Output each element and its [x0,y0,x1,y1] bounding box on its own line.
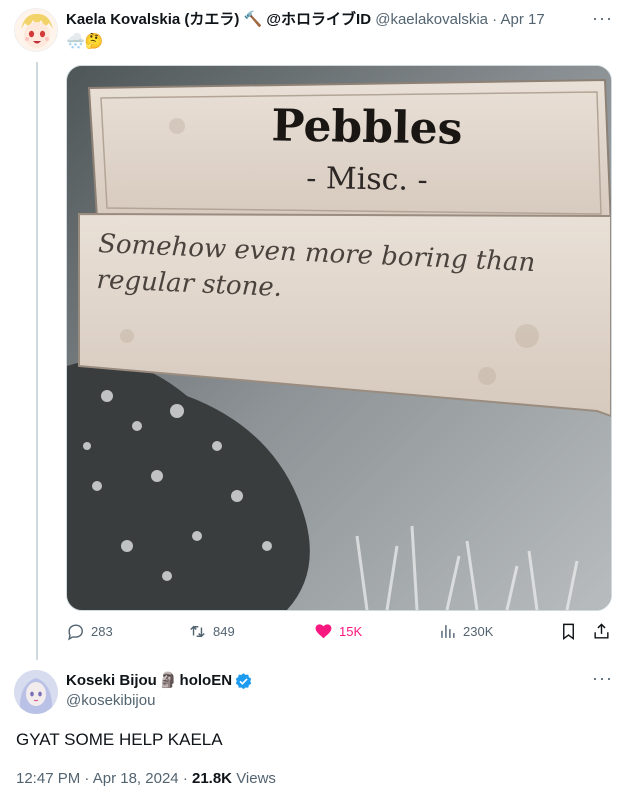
tweet-time[interactable]: 12:47 PM [16,770,80,787]
tweet-date[interactable]: Apr 18, 2024 [93,770,179,787]
verified-badge-icon [235,672,252,689]
tweet-header: Koseki Bijou 🗿 holoEN @kosekibijou [66,671,253,711]
analytics-icon [441,625,455,638]
repost-button[interactable]: 849 [188,622,235,641]
repost-icon [190,625,205,638]
avatar[interactable] [14,670,58,714]
tweet-text: GYAT SOME HELP KAELA [16,730,223,749]
moai-emoji: 🗿 [158,672,178,689]
thread-connector-line [36,62,38,660]
avatar-bijou-icon [14,670,58,714]
author-name: Koseki Bijou [66,672,157,689]
heart-icon [315,624,332,639]
separator: · [84,770,90,787]
repost-count: 849 [213,624,235,639]
author-handle[interactable]: @kosekibijou [66,691,253,711]
media-title: Pebbles [271,100,463,155]
tweet-media-image[interactable]: Pebbles - Misc. - Somehow even more bori… [66,65,612,611]
author-name-suffix: holoEN [179,672,233,689]
share-icon [594,623,609,639]
reply-count: 283 [91,624,113,639]
author-name-row[interactable]: Koseki Bijou 🗿 holoEN [66,671,253,691]
reply-icon [68,624,83,641]
share-button[interactable] [592,622,611,641]
more-options-icon[interactable]: ··· [592,668,613,689]
bookmark-icon [563,623,574,641]
views-count: 230K [463,624,494,639]
views-button[interactable]: 230K [438,622,493,641]
more-options-icon[interactable]: ··· [592,8,613,29]
views-label: Views [236,770,276,787]
bookmark-button[interactable] [559,622,578,641]
separator: · [182,770,188,787]
author-name[interactable]: Kaela Kovalskia (カエラ) 🔨 @ホロライブID [66,11,371,28]
separator: · [492,11,498,28]
tweet-date[interactable]: Apr 17 [501,11,545,28]
tweet-text: 🌨️🤔 [66,33,104,50]
reply-button[interactable]: 283 [66,622,113,641]
views-count: 21.8K [191,770,233,787]
avatar[interactable] [14,8,58,52]
author-handle[interactable]: @kaelakovalskia [375,11,488,28]
tweet-actions-bar: 283 849 15K 230K [66,622,612,646]
like-count: 15K [339,624,363,639]
like-button[interactable]: 15K [314,622,362,641]
tweet-timestamp-row: 12:47 PM · Apr 18, 2024 · 21.8K Views [16,769,276,789]
avatar-kaela-icon [15,9,57,51]
media-subtitle: - Misc. - [306,160,428,199]
tweet-header: Kaela Kovalskia (カエラ) 🔨 @ホロライブID @kaelak… [66,10,626,30]
